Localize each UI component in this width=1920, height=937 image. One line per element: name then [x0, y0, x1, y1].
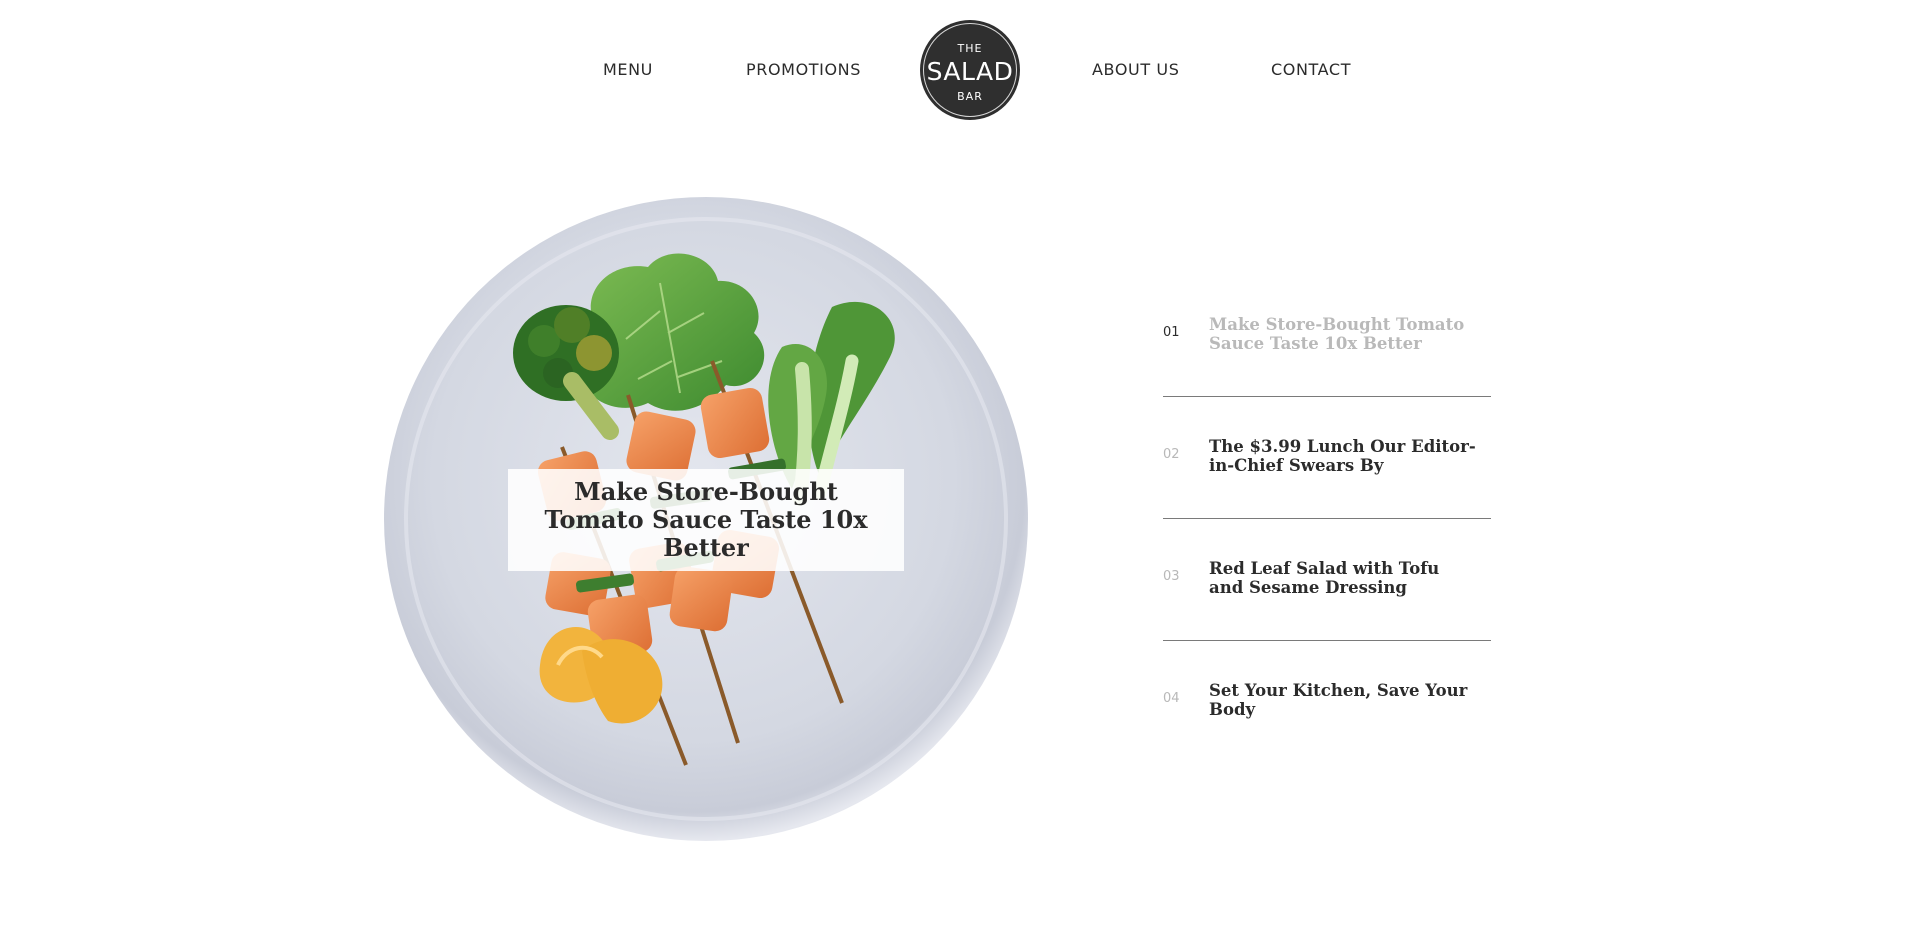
article-list: 01 Make Store-Bought Tomato Sauce Taste … — [1163, 275, 1491, 763]
article-number: 04 — [1163, 691, 1180, 706]
logo-top-text: THE — [957, 42, 983, 55]
article-item-02[interactable]: 02 The $3.99 Lunch Our Editor-in-Chief S… — [1163, 397, 1491, 519]
nav-about-link[interactable]: ABOUT US — [1092, 60, 1179, 79]
featured-article-card[interactable]: Make Store-Bought Tomato Sauce Taste 10x… — [508, 469, 904, 571]
article-title[interactable]: Make Store-Bought Tomato Sauce Taste 10x… — [1209, 315, 1479, 353]
article-number: 03 — [1163, 569, 1180, 584]
logo-bottom-text: BAR — [957, 90, 983, 103]
salad-bar-logo[interactable]: THE SALAD BAR — [920, 20, 1020, 120]
article-title[interactable]: The $3.99 Lunch Our Editor-in-Chief Swea… — [1209, 437, 1479, 475]
featured-article-title[interactable]: Make Store-Bought Tomato Sauce Taste 10x… — [536, 478, 876, 562]
article-title[interactable]: Red Leaf Salad with Tofu and Sesame Dres… — [1209, 559, 1479, 597]
article-item-03[interactable]: 03 Red Leaf Salad with Tofu and Sesame D… — [1163, 519, 1491, 641]
article-item-01[interactable]: 01 Make Store-Bought Tomato Sauce Taste … — [1163, 275, 1491, 397]
nav-promotions-link[interactable]: PROMOTIONS — [746, 60, 861, 79]
article-number: 01 — [1163, 325, 1180, 340]
nav-menu-link[interactable]: MENU — [603, 60, 653, 79]
article-item-04[interactable]: 04 Set Your Kitchen, Save Your Body — [1163, 641, 1491, 763]
article-number: 02 — [1163, 447, 1180, 462]
nav-contact-link[interactable]: CONTACT — [1271, 60, 1351, 79]
logo-main-text: SALAD — [926, 57, 1014, 86]
article-title[interactable]: Set Your Kitchen, Save Your Body — [1209, 681, 1479, 719]
main-navigation: MENU PROMOTIONS THE SALAD BAR ABOUT US C… — [0, 0, 1920, 140]
